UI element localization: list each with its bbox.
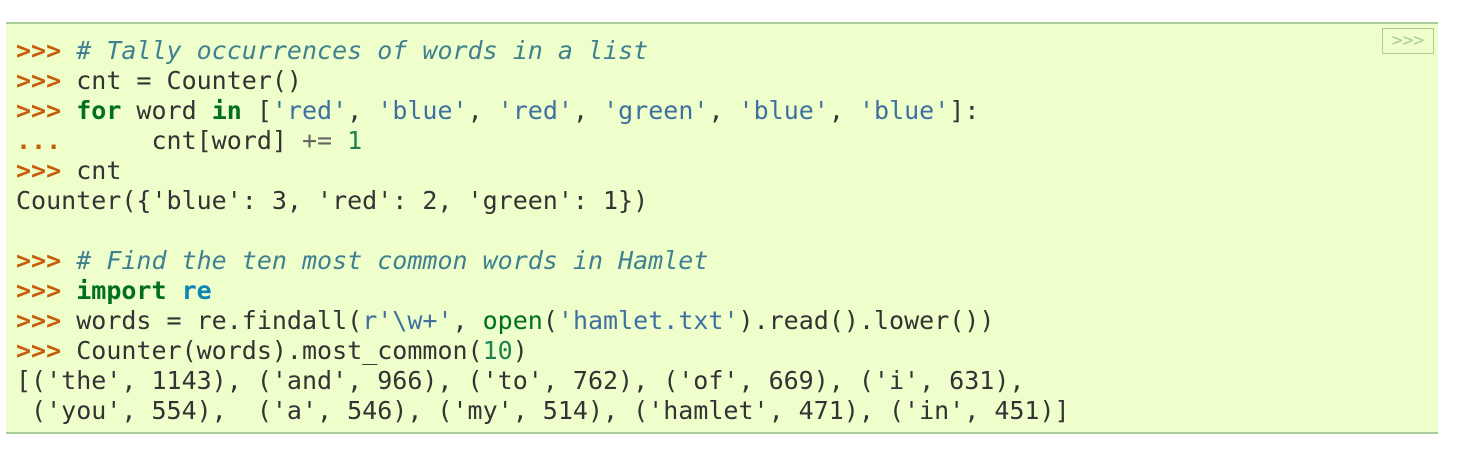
code-text: word: [121, 96, 212, 125]
code-text: cnt: [76, 156, 122, 185]
output-line-12: [('the', 1143), ('and', 966), ('to', 762…: [16, 366, 1070, 396]
code-line-3: >>> for word in ['red', 'blue', 'red', '…: [16, 96, 980, 125]
code-line-2: >>> cnt = Counter(): [16, 66, 1070, 96]
keyword-in: in: [211, 96, 242, 125]
string-literal: 'red': [271, 96, 348, 125]
code-text: ).read().lower()): [738, 306, 995, 335]
code-line-5: >>> cnt: [16, 156, 1070, 186]
prompt: >>>: [16, 66, 62, 95]
code-line-10: >>> words = re.findall(r'\w+', open('ham…: [16, 306, 995, 335]
code-line-4: ... cnt[word] += 1: [16, 126, 1070, 156]
output-text: Counter({'blue': 3, 'red': 2, 'green': 1…: [16, 186, 649, 215]
raw-string-literal: r'\w+': [362, 306, 453, 335]
string-literal: 'blue': [858, 96, 950, 125]
continuation-prompt: ...: [16, 126, 62, 155]
code-text: ): [512, 336, 528, 365]
comment: # Find the ten most common words in Haml…: [76, 246, 709, 275]
code-text: words = re.findall(: [76, 306, 363, 335]
code-text: cnt = Counter(): [76, 66, 302, 95]
number-literal: 1: [347, 126, 363, 155]
string-literal: 'red': [497, 96, 573, 125]
prompt: >>>: [16, 156, 62, 185]
code-line-1: >>> # Tally occurrences of words in a li…: [16, 36, 1070, 66]
output-text: [('the', 1143), ('and', 966), ('to', 762…: [16, 366, 1025, 395]
number-literal: 10: [482, 336, 513, 365]
string-literal: 'blue': [738, 96, 829, 125]
builtin-open: open: [482, 306, 543, 335]
string-literal: 'hamlet.txt': [557, 306, 739, 335]
string-literal: 'green': [603, 96, 709, 125]
keyword-import: import: [76, 276, 167, 305]
string-literal: 'blue': [377, 96, 468, 125]
prompt: >>>: [16, 246, 62, 275]
prompt: >>>: [16, 336, 62, 365]
code-text: cnt[word]: [76, 126, 302, 155]
output-line-13: ('you', 554), ('a', 546), ('my', 514), (…: [16, 396, 1070, 426]
code-line-9: >>> import re: [16, 276, 1070, 306]
prompt: >>>: [16, 306, 62, 335]
code-line-11: >>> Counter(words).most_common(10): [16, 336, 1070, 366]
code-text: Counter(words).most_common(: [76, 336, 483, 365]
prompt: >>>: [16, 96, 62, 125]
code-listing: >>> # Tally occurrences of words in a li…: [16, 36, 1070, 426]
prompt: >>>: [16, 36, 62, 65]
output-text: ('you', 554), ('a', 546), ('my', 514), (…: [16, 396, 1070, 425]
comment: # Tally occurrences of words in a list: [76, 36, 649, 65]
prompt: >>>: [16, 276, 62, 305]
keyword-for: for: [76, 96, 122, 125]
operator: +=: [302, 126, 333, 155]
copy-prompt-toggle-button[interactable]: >>>: [1382, 28, 1434, 54]
output-line-6: Counter({'blue': 3, 'red': 2, 'green': 1…: [16, 186, 1070, 216]
code-block: >>> >>> # Tally occurrences of words in …: [6, 22, 1438, 434]
module-name: re: [181, 276, 212, 305]
code-line-8: >>> # Find the ten most common words in …: [16, 246, 1070, 276]
